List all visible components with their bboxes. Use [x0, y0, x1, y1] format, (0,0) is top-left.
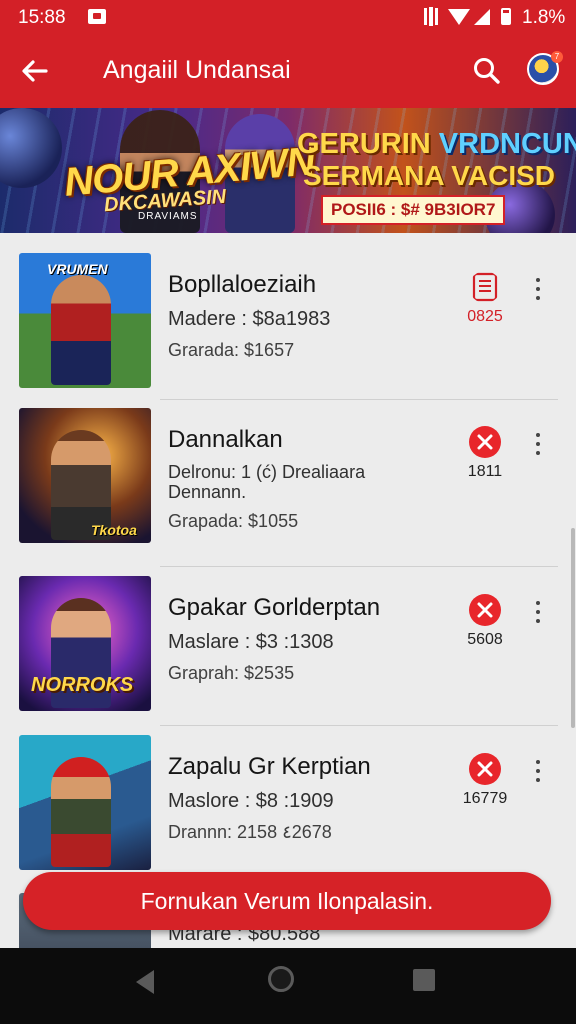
item-price: Grapada: $1055 — [168, 511, 299, 531]
more-options-icon[interactable] — [529, 430, 547, 458]
page-title: Angaiil Undansai — [103, 56, 291, 84]
item-detail-2: Dennann. — [168, 482, 247, 502]
item-name[interactable]: Dannalkan — [168, 426, 283, 454]
nav-home-icon[interactable] — [268, 966, 294, 992]
item-name[interactable]: Gpakar Gorlderptan — [168, 594, 380, 622]
status-time: 15:88 — [18, 7, 66, 28]
thumbnail-title: VRUMEN — [47, 261, 108, 277]
nav-recents-icon[interactable] — [413, 969, 435, 991]
scrollbar[interactable] — [571, 528, 575, 728]
more-options-icon[interactable] — [529, 275, 547, 303]
banner-headline: GERURIN VRDNCUN — [297, 128, 576, 161]
system-nav-bar — [0, 948, 576, 1024]
item-count: 0825 — [467, 308, 503, 325]
close-icon[interactable] — [469, 426, 501, 458]
item-price: Grarada: $1657 — [168, 340, 295, 360]
app-bar: Angaiil Undansai 7 — [0, 34, 576, 108]
document-icon[interactable] — [469, 271, 501, 303]
item-count: 5608 — [467, 631, 503, 648]
notification-icon — [88, 9, 106, 24]
primary-action-button[interactable]: Fornukan Verum Ilonpalasin. — [23, 872, 551, 930]
nav-back-icon[interactable] — [136, 970, 154, 994]
item-name[interactable]: Zapalu Gr Kerptian — [168, 753, 371, 781]
list-item: Tkotoa Dannalkan Delronu: 1 (ć) Drealiaa… — [0, 388, 576, 543]
item-price: Graprah: $2535 — [168, 663, 295, 683]
more-options-icon[interactable] — [529, 757, 547, 785]
game-list: VRUMEN Bopllaloeziaih Madere : $8a1983 G… — [0, 233, 576, 1024]
list-item: NORROKS Gpakar Gorlderptan Maslare : $3 … — [0, 556, 576, 711]
banner-promo-code: POSII6 : $# 9B3IOR7 — [321, 195, 506, 225]
banner-headline-part: VRDNCUN — [438, 128, 576, 160]
search-icon[interactable] — [470, 54, 504, 88]
wifi-icon — [448, 9, 470, 25]
game-thumbnail[interactable] — [19, 735, 151, 870]
item-detail: Maslore : $8 :1909 — [168, 790, 334, 812]
item-count: 1811 — [467, 463, 503, 480]
app-screen: 15:88 1.8% Angaiil Undansai 7 NOUR AXIWN… — [0, 0, 576, 1024]
banner-game-subtitle2: DRAVIAMS — [138, 211, 198, 222]
item-name[interactable]: Bopllaloeziaih — [168, 271, 316, 299]
vibrate-icon — [424, 7, 438, 26]
list-item: Zapalu Gr Kerptian Maslore : $8 :1909 Dr… — [0, 715, 576, 870]
item-detail: Madere : $8a1983 — [168, 308, 331, 330]
battery-percent: 1.8% — [522, 7, 566, 28]
banner-headline-2: SERMANA VACISD — [303, 160, 556, 191]
item-detail: Delronu: 1 (ć) Drealiaara — [168, 462, 366, 482]
more-options-icon[interactable] — [529, 598, 547, 626]
avatar-badge: 7 — [551, 51, 563, 63]
thumbnail-title: NORROKS — [31, 674, 134, 696]
back-arrow-icon[interactable] — [18, 54, 52, 88]
thumbnail-character — [51, 757, 111, 867]
list-item: VRUMEN Bopllaloeziaih Madere : $8a1983 G… — [0, 233, 576, 388]
signal-icon — [474, 9, 490, 25]
game-thumbnail[interactable]: VRUMEN — [19, 253, 151, 388]
battery-icon — [501, 8, 511, 25]
status-bar: 15:88 1.8% — [0, 0, 576, 34]
game-thumbnail[interactable]: Tkotoa — [19, 408, 151, 543]
item-price: Drannn: 2158 ٤2678 — [168, 822, 332, 842]
game-thumbnail[interactable]: NORROKS — [19, 576, 151, 711]
close-icon[interactable] — [469, 753, 501, 785]
promo-banner[interactable]: NOUR AXIWN DKCAWASIN DRAVIAMS GERURIN VR… — [0, 108, 576, 233]
item-detail: Maslare : $3 :1308 — [168, 631, 334, 653]
close-icon[interactable] — [469, 594, 501, 626]
item-count: 16779 — [462, 790, 508, 807]
thumbnail-character — [51, 275, 111, 385]
banner-headline-part: GERURIN — [297, 128, 431, 160]
thumbnail-title: Tkotoa — [91, 522, 137, 538]
